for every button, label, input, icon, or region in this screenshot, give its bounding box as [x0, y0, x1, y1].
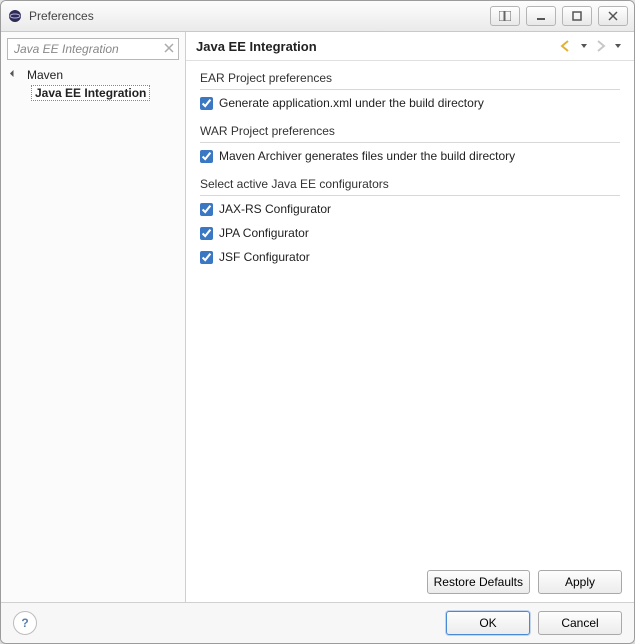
checkbox-label: Maven Archiver generates files under the…	[219, 149, 515, 163]
footer: ? OK Cancel	[1, 602, 634, 643]
filter-input[interactable]	[12, 41, 160, 57]
forward-menu-icon[interactable]	[612, 38, 624, 54]
ok-button[interactable]: OK	[446, 611, 530, 635]
main-header: Java EE Integration	[186, 32, 634, 61]
group-configurators: Select active Java EE configurators JAX-…	[200, 177, 620, 264]
checkbox-jaxrs-configurator[interactable]: JAX-RS Configurator	[200, 202, 620, 216]
tree-item-label: Maven	[25, 68, 65, 82]
checkbox-input[interactable]	[200, 97, 213, 110]
back-menu-icon[interactable]	[578, 38, 590, 54]
group-title: WAR Project preferences	[200, 124, 620, 138]
restore-defaults-button[interactable]: Restore Defaults	[427, 570, 530, 594]
group-war-preferences: WAR Project preferences Maven Archiver g…	[200, 124, 620, 163]
checkbox-label: JSF Configurator	[219, 250, 310, 264]
back-icon[interactable]	[558, 38, 576, 54]
checkbox-input[interactable]	[200, 227, 213, 240]
cancel-button[interactable]: Cancel	[538, 611, 622, 635]
group-title: Select active Java EE configurators	[200, 177, 620, 191]
tree-item-maven[interactable]: Maven	[7, 66, 179, 84]
checkbox-generate-application-xml[interactable]: Generate application.xml under the build…	[200, 96, 620, 110]
checkbox-jpa-configurator[interactable]: JPA Configurator	[200, 226, 620, 240]
main-panel: Java EE Integration	[186, 32, 634, 602]
checkbox-input[interactable]	[200, 203, 213, 216]
group-ear-preferences: EAR Project preferences Generate applica…	[200, 71, 620, 110]
checkbox-label: Generate application.xml under the build…	[219, 96, 484, 110]
checkbox-maven-archiver[interactable]: Maven Archiver generates files under the…	[200, 149, 620, 163]
page-title: Java EE Integration	[196, 39, 558, 54]
tree-item-java-ee-integration[interactable]: Java EE Integration	[7, 84, 179, 102]
toggle-tree-button[interactable]	[490, 6, 520, 26]
nav-arrows	[558, 38, 624, 54]
forward-icon[interactable]	[592, 38, 610, 54]
window-buttons	[490, 6, 628, 26]
sidebar: Maven Java EE Integration	[1, 32, 186, 602]
expander-icon[interactable]	[11, 70, 21, 80]
group-title: EAR Project preferences	[200, 71, 620, 85]
checkbox-label: JAX-RS Configurator	[219, 202, 331, 216]
help-button[interactable]: ?	[13, 611, 37, 635]
checkbox-label: JPA Configurator	[219, 226, 309, 240]
apply-button[interactable]: Apply	[538, 570, 622, 594]
close-button[interactable]	[598, 6, 628, 26]
clear-filter-icon[interactable]	[160, 43, 174, 56]
checkbox-input[interactable]	[200, 150, 213, 163]
tree-item-label: Java EE Integration	[31, 85, 150, 101]
checkbox-jsf-configurator[interactable]: JSF Configurator	[200, 250, 620, 264]
minimize-button[interactable]	[526, 6, 556, 26]
filter-box[interactable]	[7, 38, 179, 60]
window-title: Preferences	[29, 9, 490, 23]
dialog-body: Maven Java EE Integration Java EE Integr…	[1, 32, 634, 602]
eclipse-icon	[7, 8, 23, 24]
page-button-row: Restore Defaults Apply	[186, 562, 634, 602]
checkbox-input[interactable]	[200, 251, 213, 264]
main-content: EAR Project preferences Generate applica…	[186, 61, 634, 562]
titlebar: Preferences	[1, 1, 634, 32]
preferences-window: Preferences	[0, 0, 635, 644]
maximize-button[interactable]	[562, 6, 592, 26]
preference-tree: Maven Java EE Integration	[7, 66, 179, 596]
